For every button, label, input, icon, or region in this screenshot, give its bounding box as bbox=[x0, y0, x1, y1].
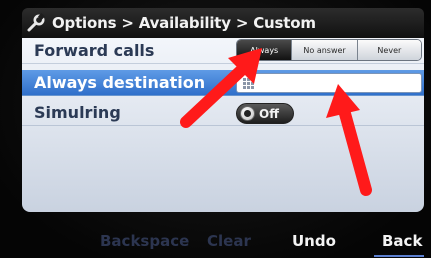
forward-calls-segmented-control: Always No answer Never bbox=[236, 39, 422, 61]
backspace-softkey[interactable]: Backspace bbox=[100, 232, 189, 250]
title-bar: Options > Availability > Custom bbox=[22, 8, 424, 38]
simulring-toggle[interactable]: Off bbox=[236, 103, 294, 124]
forward-option-never[interactable]: Never bbox=[357, 40, 421, 60]
softkey-bar: Backspace Clear Undo Back bbox=[22, 226, 424, 257]
always-destination-label: Always destination bbox=[34, 73, 206, 92]
clear-softkey[interactable]: Clear bbox=[207, 232, 251, 250]
wrench-icon bbox=[27, 13, 46, 32]
back-softkey[interactable]: Back bbox=[382, 232, 422, 250]
device-screen: Options > Availability > Custom Forward … bbox=[0, 0, 431, 258]
breadcrumb: Options > Availability > Custom bbox=[52, 14, 316, 32]
always-destination-input[interactable] bbox=[236, 73, 422, 93]
settings-panel: Forward calls Always No answer Never Alw… bbox=[22, 38, 424, 212]
undo-softkey[interactable]: Undo bbox=[292, 232, 336, 250]
back-softkey-underline bbox=[374, 255, 424, 257]
simulring-state: Off bbox=[259, 106, 279, 121]
toggle-knob bbox=[240, 106, 255, 121]
forward-option-no-answer[interactable]: No answer bbox=[292, 40, 358, 60]
forward-calls-label: Forward calls bbox=[34, 41, 155, 60]
always-destination-row[interactable]: Always destination bbox=[22, 70, 424, 96]
forward-option-always[interactable]: Always bbox=[237, 40, 293, 60]
simulring-label: Simulring bbox=[34, 103, 121, 122]
forward-calls-row: Forward calls Always No answer Never bbox=[22, 38, 424, 64]
simulring-row: Simulring Off bbox=[22, 100, 424, 126]
keypad-grid-icon bbox=[243, 78, 254, 89]
